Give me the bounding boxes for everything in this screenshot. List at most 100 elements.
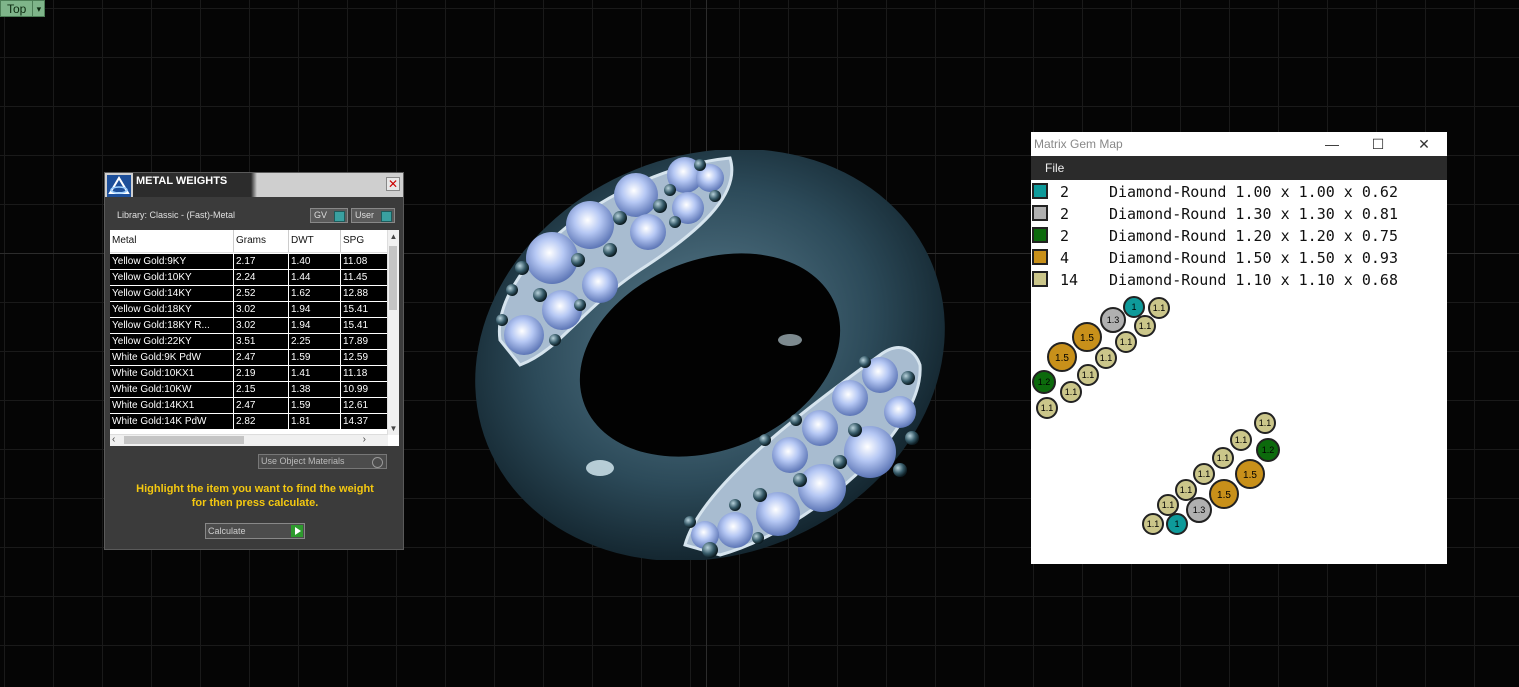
gem-layout-map[interactable]: 1 1.1 1.3 1.1 1.5 1.1 1.5 1.1 1.1 1.2 1.…	[1031, 292, 1447, 564]
gem-marker[interactable]: 1.1	[1157, 494, 1179, 516]
legend-row: 14 Diamond-Round 1.10 x 1.10 x 0.68	[1031, 269, 1447, 291]
legend-row: 2 Diamond-Round 1.30 x 1.30 x 0.81	[1031, 203, 1447, 225]
table-row[interactable]: White Gold:14K PdW 2.82 1.81 14.37	[110, 414, 388, 430]
user-toggle[interactable]: User	[351, 208, 395, 223]
gem-marker[interactable]: 1.1	[1254, 412, 1276, 434]
cell-spg: 12.61	[341, 398, 388, 413]
use-object-materials-toggle[interactable]: Use Object Materials	[258, 454, 387, 469]
gem-marker[interactable]: 1.1	[1212, 447, 1234, 469]
gem-marker[interactable]: 1.1	[1148, 297, 1170, 319]
gem-marker[interactable]: 1.1	[1036, 397, 1058, 419]
gem-size-label: 1.5	[1080, 333, 1094, 344]
cell-dwt: 1.59	[289, 350, 341, 365]
gem-size-label: 1.1	[1041, 403, 1054, 413]
gem-size-label: 1.5	[1055, 353, 1069, 364]
ring-model[interactable]	[460, 150, 960, 560]
table-row[interactable]: White Gold:10KW 2.15 1.38 10.99	[110, 382, 388, 398]
table-row[interactable]: White Gold:9K PdW 2.47 1.59 12.59	[110, 350, 388, 366]
cell-metal: Yellow Gold:22KY	[110, 334, 234, 349]
column-header[interactable]: Grams	[234, 230, 289, 252]
gem-marker[interactable]: 1.5	[1072, 322, 1102, 352]
table-row[interactable]: Yellow Gold:22KY 3.51 2.25 17.89	[110, 334, 388, 350]
viewport-label[interactable]: Top ▾	[0, 0, 46, 17]
gem-marker[interactable]: 1	[1166, 513, 1188, 535]
cell-grams: 2.52	[234, 286, 289, 301]
color-swatch	[1032, 249, 1048, 265]
gem-marker[interactable]: 1.5	[1209, 479, 1239, 509]
metal-weights-title: METAL WEIGHTS	[133, 173, 251, 197]
scroll-right-icon[interactable]: ›	[363, 434, 366, 445]
gem-marker[interactable]: 1.3	[1186, 497, 1212, 523]
column-header[interactable]: DWT	[289, 230, 341, 252]
column-header[interactable]: Metal	[110, 230, 234, 252]
table-row[interactable]: White Gold:10KX1 2.19 1.41 11.18	[110, 366, 388, 382]
cell-dwt: 1.40	[289, 254, 341, 269]
gem-marker[interactable]: 1.1	[1142, 513, 1164, 535]
table-row[interactable]: Yellow Gold:18KY R... 3.02 1.94 15.41	[110, 318, 388, 334]
horizontal-scrollbar[interactable]: ‹ ›	[110, 434, 388, 446]
table-row[interactable]: White Gold:14KX1 2.47 1.59 12.61	[110, 398, 388, 414]
cell-grams: 3.51	[234, 334, 289, 349]
legend-description: Diamond-Round 1.20 x 1.20 x 0.75	[1109, 227, 1398, 245]
gem-marker[interactable]: 1.1	[1193, 463, 1215, 485]
gem-marker[interactable]: 1.1	[1077, 364, 1099, 386]
gem-size-label: 1.1	[1153, 303, 1166, 313]
scroll-thumb[interactable]	[389, 246, 397, 310]
table-row[interactable]: Yellow Gold:9KY 2.17 1.40 11.08	[110, 254, 388, 270]
play-icon	[291, 525, 303, 537]
scroll-down-icon[interactable]: ▼	[388, 424, 399, 433]
maximize-icon[interactable]: ☐	[1355, 132, 1401, 156]
scroll-up-icon[interactable]: ▲	[388, 232, 399, 241]
gem-marker[interactable]: 1.1	[1060, 381, 1082, 403]
menu-file[interactable]: File	[1045, 156, 1064, 180]
chevron-down-icon[interactable]: ▾	[33, 0, 46, 17]
color-swatch	[1032, 205, 1048, 221]
gv-toggle[interactable]: GV	[310, 208, 348, 223]
minimize-icon[interactable]: —	[1309, 132, 1355, 156]
cell-spg: 10.99	[341, 382, 388, 397]
cell-spg: 14.37	[341, 414, 388, 429]
table-row[interactable]: Yellow Gold:18KY 3.02 1.94 15.41	[110, 302, 388, 318]
cell-metal: Yellow Gold:9KY	[110, 254, 234, 269]
gem-marker[interactable]: 1	[1123, 296, 1145, 318]
gem-marker[interactable]: 1.1	[1230, 429, 1252, 451]
cell-grams: 2.47	[234, 398, 289, 413]
metal-weights-titlebar[interactable]: METAL WEIGHTS ✕	[105, 173, 403, 197]
table-row[interactable]: Yellow Gold:10KY 2.24 1.44 11.45	[110, 270, 388, 286]
gem-size-label: 1.1	[1259, 418, 1272, 428]
toggle-indicator-icon	[334, 211, 345, 222]
table-row[interactable]: Yellow Gold:14KY 2.52 1.62 12.88	[110, 286, 388, 302]
scroll-thumb[interactable]	[124, 436, 244, 444]
close-icon[interactable]: ✕	[386, 177, 400, 191]
column-header[interactable]: SPG	[341, 230, 388, 252]
gem-marker[interactable]: 1.1	[1115, 331, 1137, 353]
use-object-materials-label: Use Object Materials	[261, 456, 345, 466]
toggle-indicator-icon	[381, 211, 392, 222]
viewport-label-text[interactable]: Top	[0, 0, 34, 17]
gem-map-titlebar[interactable]: Matrix Gem Map — ☐ ✕	[1031, 132, 1447, 156]
scroll-left-icon[interactable]: ‹	[112, 434, 115, 445]
gem-marker[interactable]: 1.5	[1047, 342, 1077, 372]
gem-marker[interactable]: 1.5	[1235, 459, 1265, 489]
close-icon[interactable]: ✕	[1401, 132, 1447, 156]
gem-map-menubar: File	[1031, 156, 1447, 180]
legend-description: Diamond-Round 1.50 x 1.50 x 0.93	[1109, 249, 1398, 267]
gem-marker[interactable]: 1.3	[1100, 307, 1126, 333]
cell-spg: 11.18	[341, 366, 388, 381]
color-swatch	[1032, 183, 1048, 199]
metal-table[interactable]: Metal Grams DWT SPG Yellow Gold:9KY 2.17 1…	[110, 230, 399, 446]
cell-spg: 12.88	[341, 286, 388, 301]
library-label: Library: Classic - (Fast)-Metal	[117, 210, 236, 220]
calculate-button[interactable]: Calculate	[205, 523, 305, 539]
gem-marker[interactable]: 1.1	[1175, 479, 1197, 501]
gem-marker[interactable]: 1.2	[1032, 370, 1056, 394]
gem-marker[interactable]: 1.2	[1256, 438, 1280, 462]
cell-dwt: 1.44	[289, 270, 341, 285]
gem-marker[interactable]: 1.1	[1134, 315, 1156, 337]
vertical-scrollbar[interactable]: ▲ ▼	[387, 230, 399, 435]
gem-size-label: 1.1	[1147, 519, 1160, 529]
metal-weights-panel: METAL WEIGHTS ✕ Library: Classic - (Fast…	[104, 172, 404, 550]
gem-marker[interactable]: 1.1	[1095, 347, 1117, 369]
instruction-line-2: for then press calculate.	[191, 497, 319, 509]
cell-metal: White Gold:14KX1	[110, 398, 234, 413]
